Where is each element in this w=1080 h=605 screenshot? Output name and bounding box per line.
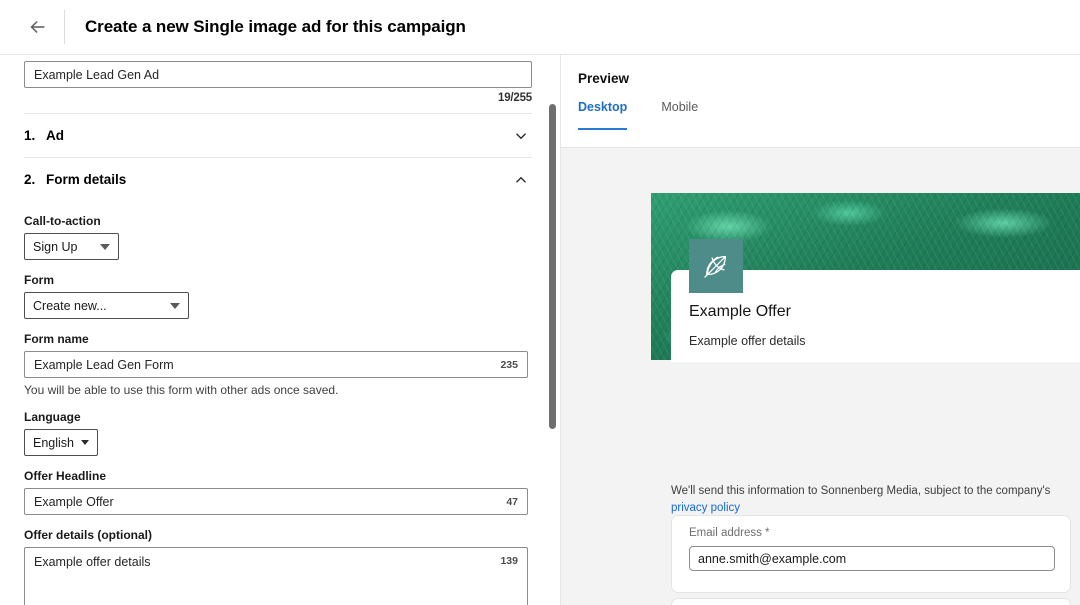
privacy-policy-link[interactable]: privacy policy xyxy=(671,502,740,514)
offer-details-counter: 139 xyxy=(500,555,518,567)
section-ad-label: Ad xyxy=(46,128,64,143)
form-name-input[interactable]: Example Lead Gen Form 235 xyxy=(24,351,528,378)
offer-headline-counter: 47 xyxy=(506,495,518,508)
chevron-down-icon xyxy=(81,440,89,445)
preview-tabs: Desktop Mobile xyxy=(561,100,1080,130)
chevron-down-icon xyxy=(100,243,110,250)
leaf-globe-logo-icon xyxy=(704,256,726,278)
section-ad[interactable]: 1. Ad xyxy=(24,113,532,157)
form-select-value: Create new... xyxy=(33,298,107,313)
form-name-counter: 235 xyxy=(500,358,518,371)
ad-name-input[interactable]: Example Lead Gen Ad xyxy=(24,61,532,88)
offer-headline-input[interactable]: Example Offer 47 xyxy=(24,488,528,515)
form-select[interactable]: Create new... xyxy=(24,292,189,319)
call-to-action-value: Sign Up xyxy=(33,239,78,254)
form-name-value: Example Lead Gen Form xyxy=(34,357,174,372)
form-scrollbar-thumb[interactable] xyxy=(549,104,556,429)
page-title: Create a new Single image ad for this ca… xyxy=(85,17,466,36)
form-select-label: Form xyxy=(24,273,54,287)
language-select[interactable]: English xyxy=(24,429,98,456)
form-name-helper-text: You will be able to use this form with o… xyxy=(24,383,339,397)
chevron-up-icon[interactable] xyxy=(510,169,532,191)
call-to-action-label: Call-to-action xyxy=(24,214,101,228)
privacy-notice: We'll send this information to Sonnenber… xyxy=(671,483,1071,518)
ad-name-value: Example Lead Gen Ad xyxy=(34,67,160,82)
name-fields-card: First name Anne Last name Smith xyxy=(671,598,1071,605)
language-label: Language xyxy=(24,410,81,424)
preview-stage: Example Offer Example offer details We'l… xyxy=(561,148,1080,605)
offer-details-textarea[interactable]: Example offer details 139 xyxy=(24,547,528,605)
email-field-card: Email address * anne.smith@example.com xyxy=(671,515,1071,593)
ad-form-panel: Example Lead Gen Ad 19/255 1. Ad 2. Form… xyxy=(0,55,556,605)
email-input-value: anne.smith@example.com xyxy=(698,551,847,566)
tab-mobile[interactable]: Mobile xyxy=(661,100,698,130)
offer-headline-value: Example Offer xyxy=(34,494,114,509)
offer-details-label: Offer details (optional) xyxy=(24,528,153,542)
section-form-details-number: 2. xyxy=(24,172,36,187)
preview-offer-details: Example offer details xyxy=(689,334,806,348)
back-button[interactable] xyxy=(18,7,58,47)
call-to-action-select[interactable]: Sign Up xyxy=(24,233,119,260)
language-value: English xyxy=(33,435,74,450)
offer-details-value: Example offer details xyxy=(34,555,151,569)
section-form-details[interactable]: 2. Form details xyxy=(24,157,532,201)
header-divider xyxy=(64,10,65,44)
offer-headline-label: Offer Headline xyxy=(24,469,107,483)
chevron-down-icon xyxy=(170,302,180,309)
brand-logo xyxy=(689,239,743,293)
section-form-details-label: Form details xyxy=(46,172,127,187)
ad-name-counter: 19/255 xyxy=(498,92,532,104)
email-field-label: Email address * xyxy=(689,527,770,539)
top-bar: Create a new Single image ad for this ca… xyxy=(0,0,1080,55)
lead-gen-card: Example Offer Example offer details xyxy=(671,239,1080,362)
form-name-label: Form name xyxy=(24,332,89,346)
preview-title: Preview xyxy=(578,71,630,86)
privacy-notice-text: We'll send this information to Sonnenber… xyxy=(671,485,1051,497)
email-input[interactable]: anne.smith@example.com xyxy=(689,546,1055,571)
preview-panel: Preview Desktop Mobile Example Offer Exa… xyxy=(560,55,1080,605)
tab-desktop[interactable]: Desktop xyxy=(578,100,628,130)
arrow-left-icon xyxy=(30,20,45,34)
chevron-down-icon[interactable] xyxy=(510,125,532,147)
section-ad-number: 1. xyxy=(24,128,36,143)
